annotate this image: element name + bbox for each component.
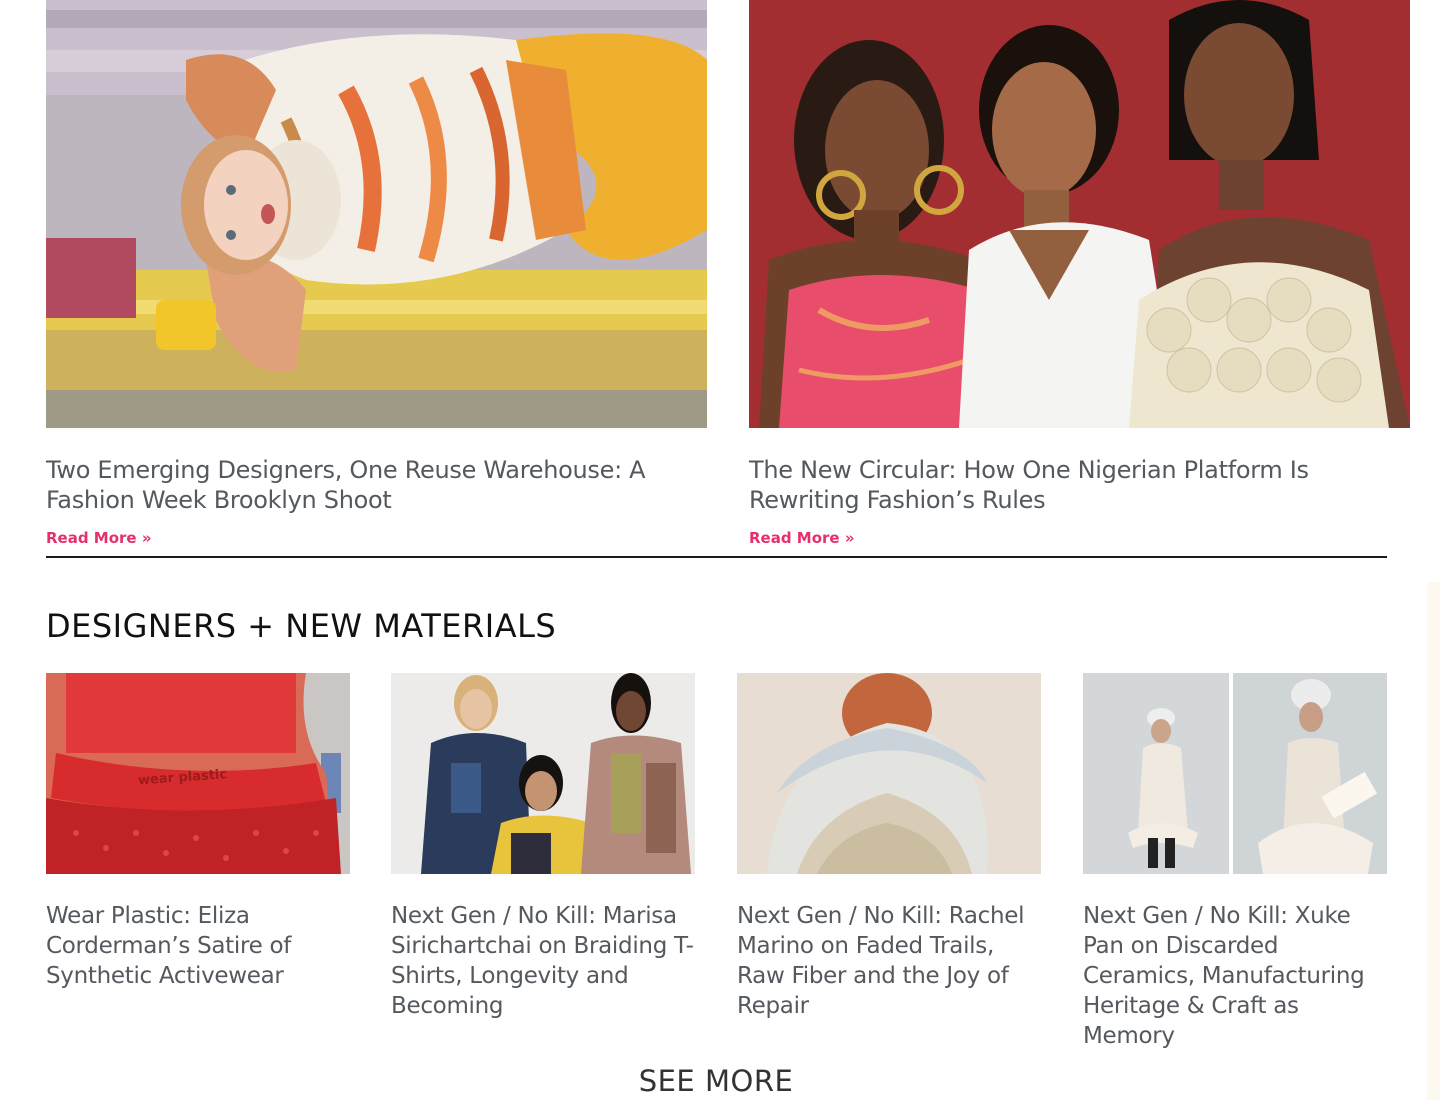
side-panel-edge xyxy=(1427,582,1440,1100)
article-card: Next Gen / No Kill: Marisa Sirichartchai… xyxy=(391,673,695,1019)
article-title[interactable]: Next Gen / No Kill: Xuke Pan on Discarde… xyxy=(1083,901,1393,1051)
article-card: Next Gen / No Kill: Rachel Marino on Fad… xyxy=(737,673,1041,1019)
article-image-link[interactable]: wear plastic xyxy=(46,673,350,874)
article-card: Next Gen / No Kill: Xuke Pan on Discarde… xyxy=(1083,673,1387,1049)
article-image-link[interactable] xyxy=(391,673,695,874)
read-more-link[interactable]: Read More » xyxy=(749,529,855,547)
ceramic-garments-image xyxy=(1083,673,1387,874)
read-more-link[interactable]: Read More » xyxy=(46,529,152,547)
section-divider xyxy=(46,556,1387,558)
felted-collar-image xyxy=(737,673,1041,874)
article-title[interactable]: Wear Plastic: Eliza Corderman’s Satire o… xyxy=(46,901,356,991)
featured-article-card: The New Circular: How One Nigerian Platf… xyxy=(749,0,1410,547)
article-image-link[interactable] xyxy=(1083,673,1387,874)
fashion-photo-image xyxy=(46,0,707,428)
featured-article-card: Two Emerging Designers, One Reuse Wareho… xyxy=(46,0,707,547)
section-heading: DESIGNERS + NEW MATERIALS xyxy=(46,607,557,645)
article-title[interactable]: Next Gen / No Kill: Rachel Marino on Fad… xyxy=(737,901,1047,1021)
article-card: wear plastic Wear Plastic: Eliza Corderm… xyxy=(46,673,350,989)
article-image-link[interactable] xyxy=(737,673,1041,874)
red-skirt-image: wear plastic xyxy=(46,673,350,874)
patchwork-models-image xyxy=(391,673,695,874)
featured-article-title[interactable]: Two Emerging Designers, One Reuse Wareho… xyxy=(46,455,707,515)
group-portrait-image xyxy=(749,0,1410,428)
featured-article-title[interactable]: The New Circular: How One Nigerian Platf… xyxy=(749,455,1410,515)
article-title[interactable]: Next Gen / No Kill: Marisa Sirichartchai… xyxy=(391,901,701,1021)
see-more-link[interactable]: SEE MORE xyxy=(0,1062,1432,1100)
featured-article-image-link[interactable] xyxy=(749,0,1410,428)
featured-article-image-link[interactable] xyxy=(46,0,707,428)
